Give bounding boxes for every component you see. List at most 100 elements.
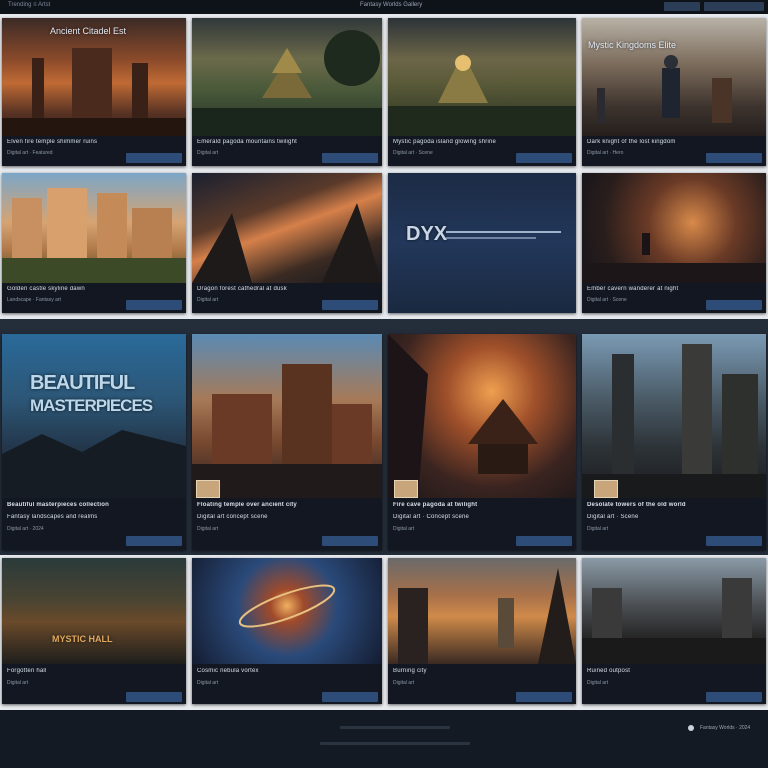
card-caption: Floating temple over ancient city Digita… — [192, 498, 382, 550]
gallery-card-promo[interactable]: DYX — [388, 173, 576, 313]
top-bar: Trending ≡ Artst Fantasy Worlds Gallery — [0, 0, 768, 14]
footer-right-text[interactable]: Fantasy Worlds · 2024 — [700, 725, 750, 731]
outpost-illustration — [582, 578, 766, 664]
card-subtitle: Digital art · Featured — [7, 150, 53, 156]
top-bar-button-1[interactable] — [664, 2, 700, 11]
landscape-illustration — [2, 430, 186, 498]
footer: Fantasy Worlds · 2024 — [0, 710, 768, 768]
card-view-button[interactable] — [126, 692, 182, 702]
gallery-card[interactable]: Fire cave pagoda at twilight Digital art… — [388, 334, 576, 550]
card-caption: Cosmic nebula vortex Digital art — [192, 664, 382, 704]
gallery-card[interactable]: Burning city Digital art — [388, 558, 576, 704]
card-view-button[interactable] — [516, 536, 572, 546]
card-thumbnail[interactable] — [582, 334, 766, 498]
card-overlay-title: Mystic Kingdoms Elite — [588, 40, 677, 50]
card-view-button[interactable] — [706, 536, 762, 546]
card-title: Fire cave pagoda at twilight — [393, 502, 478, 508]
gallery-card[interactable]: Emerald pagoda mountains twilight Digita… — [192, 18, 382, 166]
card-caption: Beautiful masterpieces collection Fantas… — [2, 498, 186, 550]
card-thumbnail[interactable]: MYSTIC HALL — [2, 558, 186, 664]
card-view-button[interactable] — [322, 300, 378, 310]
card-view-button[interactable] — [706, 153, 762, 163]
card-title: Cosmic nebula vortex — [197, 668, 259, 674]
card-subtitle: Digital art · Scene — [587, 514, 639, 520]
card-title: Mystic pagoda island glowing shrine — [393, 139, 497, 145]
gallery-card[interactable]: BEAUTIFUL MASTERPIECES Beautiful masterp… — [2, 334, 186, 550]
card-view-button[interactable] — [516, 153, 572, 163]
card-meta: Digital art — [393, 526, 415, 532]
top-bar-left-text[interactable]: Trending ≡ Artst — [8, 2, 50, 8]
card-caption: Emerald pagoda mountains twilight Digita… — [192, 136, 382, 166]
card-view-button[interactable] — [126, 300, 182, 310]
card-subtitle: Digital art — [197, 150, 219, 156]
card-caption: Desolate towers of the old world Digital… — [582, 498, 766, 550]
card-thumbnail[interactable]: Ancient Citadel Est — [2, 18, 186, 136]
footer-line — [320, 742, 470, 745]
gallery-card[interactable]: Ancient Citadel Est Elven fire temple sh… — [2, 18, 186, 166]
card-thumbnail[interactable] — [192, 18, 382, 136]
card-view-button[interactable] — [516, 692, 572, 702]
gallery-card[interactable]: Mystic Kingdoms Elite Dark knight of the… — [582, 18, 766, 166]
card-title: Emerald pagoda mountains twilight — [197, 139, 297, 145]
gallery-card[interactable]: Desolate towers of the old world Digital… — [582, 334, 766, 550]
nebula-illustration — [238, 584, 336, 628]
card-thumbnail[interactable]: Mystic Kingdoms Elite — [582, 18, 766, 136]
card-caption: Dark knight of the lost kingdom Digital … — [582, 136, 766, 166]
card-thumbnail[interactable] — [388, 334, 576, 498]
top-bar-title: Fantasy Worlds Gallery — [360, 2, 423, 8]
card-title: Golden castle skyline dawn — [7, 286, 85, 292]
card-view-button[interactable] — [322, 536, 378, 546]
top-bar-button-2[interactable] — [704, 2, 764, 11]
gallery-card[interactable]: Ruined outpost Digital art — [582, 558, 766, 704]
gallery-card[interactable]: Ember cavern wanderer at night Digital a… — [582, 173, 766, 313]
card-thumbnail[interactable] — [388, 18, 576, 136]
card-subtitle: Digital art — [197, 680, 219, 686]
gallery-card[interactable]: Floating temple over ancient city Digita… — [192, 334, 382, 550]
card-overlay-line2: MASTERPIECES — [30, 396, 153, 415]
pagoda-illustration — [192, 30, 382, 136]
card-title: Ruined outpost — [587, 668, 631, 674]
card-thumbnail[interactable] — [192, 558, 382, 664]
card-thumbnail[interactable] — [388, 558, 576, 664]
thumbnail-badge — [394, 480, 418, 498]
footer-line — [340, 726, 450, 729]
promo-rule — [446, 231, 561, 233]
card-subtitle: Digital art — [197, 297, 219, 303]
forest-illustration — [192, 203, 382, 283]
card-caption: Ember cavern wanderer at night Digital a… — [582, 283, 766, 313]
footer-logo-icon — [688, 725, 694, 731]
card-view-button[interactable] — [322, 692, 378, 702]
promo-rule — [446, 237, 536, 239]
thumbnail-badge — [196, 480, 220, 498]
card-view-button[interactable] — [706, 300, 762, 310]
card-title: Floating temple over ancient city — [197, 502, 297, 508]
gallery-card[interactable]: Cosmic nebula vortex Digital art — [192, 558, 382, 704]
card-thumbnail[interactable] — [2, 173, 186, 283]
card-title: Dark knight of the lost kingdom — [587, 139, 676, 145]
card-caption: Elven fire temple shimmer ruins Digital … — [2, 136, 186, 166]
card-view-button[interactable] — [706, 692, 762, 702]
card-thumbnail[interactable]: BEAUTIFUL MASTERPIECES — [2, 334, 186, 498]
card-thumbnail[interactable] — [582, 173, 766, 283]
card-thumbnail[interactable] — [192, 173, 382, 283]
card-meta: Digital art · 2024 — [7, 526, 44, 532]
cavern-illustration — [582, 233, 766, 283]
card-thumbnail[interactable] — [582, 558, 766, 664]
promo-logo: DYX — [406, 223, 448, 245]
card-view-button[interactable] — [322, 153, 378, 163]
card-caption: Forgotten hall Digital art — [2, 664, 186, 704]
card-title: Ember cavern wanderer at night — [587, 286, 679, 292]
card-caption: Ruined outpost Digital art — [582, 664, 766, 704]
card-overlay-title: Ancient Citadel Est — [50, 26, 127, 36]
card-title: Elven fire temple shimmer ruins — [7, 139, 98, 145]
card-view-button[interactable] — [126, 536, 182, 546]
card-subtitle: Fantasy landscapes and realms — [7, 514, 98, 520]
card-title: Beautiful masterpieces collection — [7, 502, 109, 508]
card-subtitle: Digital art · Scene — [587, 297, 627, 303]
gallery-card[interactable]: Mystic pagoda island glowing shrine Digi… — [388, 18, 576, 166]
gallery-card[interactable]: Golden castle skyline dawn Landscape · F… — [2, 173, 186, 313]
gallery-card[interactable]: Dragon forest cathedral at dusk Digital … — [192, 173, 382, 313]
gallery-card[interactable]: MYSTIC HALL Forgotten hall Digital art — [2, 558, 186, 704]
card-view-button[interactable] — [126, 153, 182, 163]
card-thumbnail[interactable] — [192, 334, 382, 498]
